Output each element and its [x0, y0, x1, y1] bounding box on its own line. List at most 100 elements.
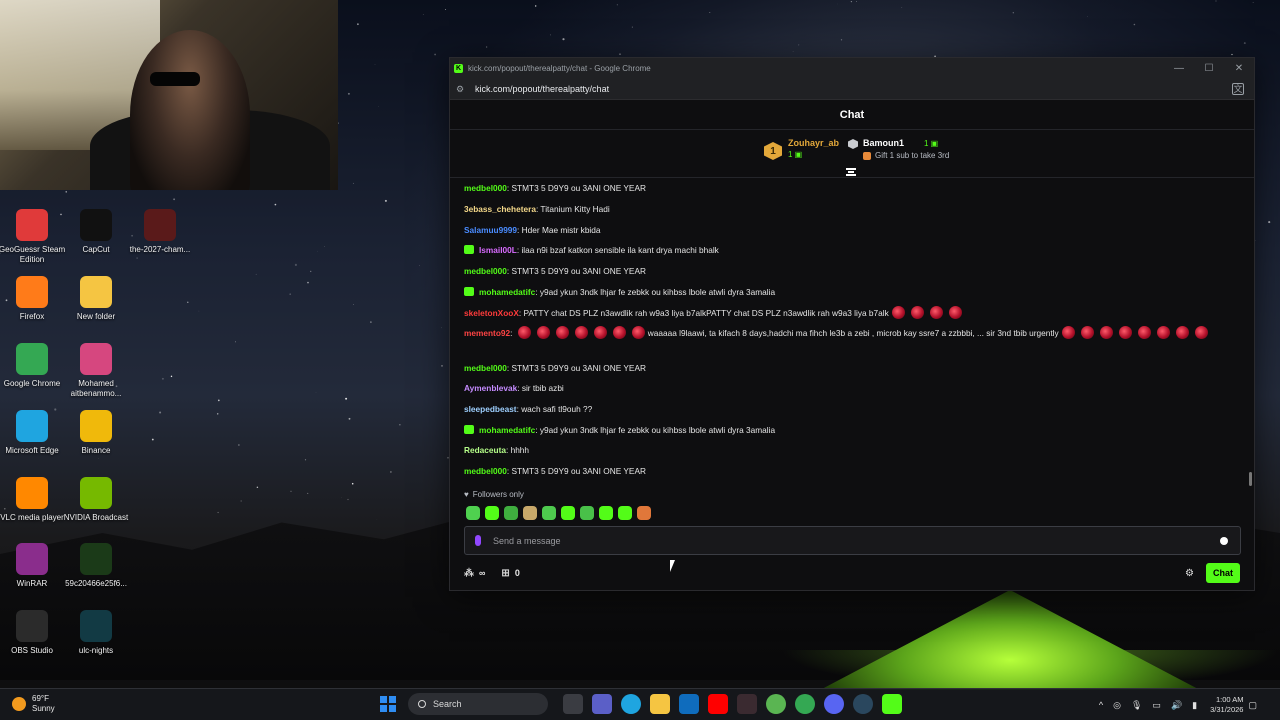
chat-message[interactable]: sleepedbeast: wach safi tl9ouh ??	[464, 399, 1220, 419]
kicks-balance[interactable]: ⁂ ∞	[464, 568, 485, 579]
emote-button[interactable]	[504, 506, 518, 520]
emote-button[interactable]	[599, 506, 613, 520]
quick-emote-bar[interactable]	[466, 506, 656, 520]
taskbar-search[interactable]: Search	[408, 693, 548, 715]
store-balance[interactable]: ⊞ 0	[501, 568, 519, 579]
desktop-icon[interactable]: VLC media player	[0, 477, 68, 523]
leaderboard-first[interactable]: 1 Zouhayr_ab 1 ▣	[764, 138, 839, 160]
chat-message[interactable]: 3ebass_chehetera: Titanium Kitty Hadi	[464, 199, 1220, 219]
mic-tray-icon[interactable]: 🎙	[1131, 700, 1142, 711]
desktop-icon[interactable]: OBS Studio	[0, 610, 68, 656]
notification-icon[interactable]: ▢	[1248, 700, 1257, 711]
chat-username[interactable]: Aymenblevak	[464, 383, 517, 393]
chat-message[interactable]: Redaceuta: hhhh	[464, 440, 1220, 460]
desktop-icon[interactable]: the-2027-cham...	[124, 209, 196, 255]
chat-message[interactable]: Salamuu9999: Hder Mae mistr kbida	[464, 220, 1220, 240]
settings-gear-icon[interactable]: ⚙	[1185, 568, 1194, 579]
desktop-icon-label: Google Chrome	[3, 379, 61, 388]
chat-username[interactable]: Ismail00L	[479, 245, 517, 255]
emote-button[interactable]	[485, 506, 499, 520]
edge-taskbar-icon[interactable]	[620, 694, 641, 714]
translate-icon[interactable]: 文	[1232, 82, 1244, 95]
chat-message[interactable]: skeletonXooX: PATTY chat DS PLZ n3awdlik…	[464, 303, 1220, 323]
weather-widget[interactable]: 69°F Sunny	[12, 694, 55, 714]
emote-button[interactable]	[466, 506, 480, 520]
chrome-taskbar-icon[interactable]	[794, 694, 815, 714]
task-view-icon[interactable]	[562, 694, 583, 714]
desktop-icon[interactable]: Microsoft Edge	[0, 410, 68, 456]
discord-icon[interactable]	[823, 694, 844, 714]
chrome-window[interactable]: K kick.com/popout/therealpatty/chat - Go…	[449, 57, 1255, 591]
battery-icon[interactable]: ▮	[1192, 700, 1197, 711]
chat-username[interactable]: medbel000	[464, 466, 507, 476]
chat-message[interactable]: mohamedatifc: y9ad ykun 3ndk lhjar fe ze…	[464, 282, 1220, 302]
outlook-icon[interactable]	[678, 694, 699, 714]
desktop-icon[interactable]: GeoGuessr Steam Edition	[0, 209, 68, 265]
emote-button[interactable]	[580, 506, 594, 520]
chat-message[interactable]: mohamedatifc: y9ad ykun 3ndk lhjar fe ze…	[464, 420, 1220, 440]
minimize-button[interactable]: —	[1164, 63, 1194, 74]
network-icon[interactable]: ▭	[1152, 700, 1161, 711]
chat-message[interactable]: medbel000: STMT3 5 D9Y9 ou 3ANI ONE YEAR	[464, 358, 1220, 378]
message-input-box[interactable]	[464, 526, 1241, 555]
chat-messages[interactable]: medbel000: STMT3 5 D9Y9 ou 3ANI ONE YEAR…	[450, 178, 1254, 488]
emote-button[interactable]	[637, 506, 651, 520]
chat-message[interactable]: medbel000: STMT3 5 D9Y9 ou 3ANI ONE YEAR	[464, 178, 1220, 198]
chat-message[interactable]: Ismail00L: ilaa n9i bzaf katkon sensible…	[464, 240, 1220, 260]
steam-icon[interactable]	[852, 694, 873, 714]
chat-username[interactable]: medbel000	[464, 266, 507, 276]
chat-username[interactable]: memento92	[464, 328, 510, 338]
close-button[interactable]: ✕	[1224, 63, 1254, 74]
chat-message[interactable]: medbel000: STMT3 5 D9Y9 ou 3ANI ONE YEAR	[464, 261, 1220, 281]
chat-username[interactable]: Salamuu9999	[464, 225, 517, 235]
chat-username[interactable]: mohamedatifc	[479, 287, 535, 297]
teams-icon[interactable]	[591, 694, 612, 714]
emote-button[interactable]	[561, 506, 575, 520]
volume-icon[interactable]: 🔊	[1171, 700, 1182, 711]
desktop-icon[interactable]: 59c20466e25f6...	[60, 543, 132, 589]
desktop-icon[interactable]: Firefox	[0, 276, 68, 322]
start-button[interactable]	[380, 696, 396, 712]
maximize-button[interactable]: ☐	[1194, 63, 1224, 74]
kick-taskbar-icon[interactable]	[881, 694, 902, 714]
chat-scrollbar[interactable]	[1249, 472, 1252, 486]
emote-button[interactable]	[618, 506, 632, 520]
site-info-icon[interactable]: ⚙	[456, 84, 466, 94]
desktop-icon[interactable]: CapCut	[60, 209, 132, 255]
leaderboard-collapse-icon[interactable]	[846, 168, 856, 176]
chat-username[interactable]: sleepedbeast	[464, 404, 517, 414]
file-explorer-icon[interactable]	[649, 694, 670, 714]
send-chat-button[interactable]: Chat	[1206, 563, 1240, 583]
chevron-up-icon[interactable]: ^	[1099, 700, 1103, 710]
utorrent-icon[interactable]	[765, 694, 786, 714]
desktop-icon[interactable]: NVIDIA Broadcast	[60, 477, 132, 523]
obs-tray-icon[interactable]: ◎	[1113, 700, 1121, 711]
desktop-icon[interactable]: WinRAR	[0, 543, 68, 589]
window-titlebar[interactable]: K kick.com/popout/therealpatty/chat - Go…	[450, 58, 1254, 78]
chat-message[interactable]: Aymenblevak: sir tbib azbi	[464, 378, 1220, 398]
chat-username[interactable]: 3ebass_chehetera	[464, 204, 536, 214]
chat-username[interactable]: Redaceuta	[464, 445, 506, 455]
chat-message[interactable]: memento92: waaaaa l9laawi, ta kifach 8 d…	[464, 325, 1220, 341]
chat-username[interactable]: mohamedatifc	[479, 425, 535, 435]
app-icon[interactable]	[736, 694, 757, 714]
message-input[interactable]	[493, 535, 1220, 546]
chat-username[interactable]: medbel000	[464, 183, 507, 193]
chat-username[interactable]: medbel000	[464, 363, 507, 373]
mic-icon[interactable]	[475, 535, 481, 546]
url-text[interactable]: kick.com/popout/therealpatty/chat	[475, 84, 609, 94]
emote-button[interactable]	[523, 506, 537, 520]
youtube-icon[interactable]	[707, 694, 728, 714]
desktop-icon[interactable]: New folder	[60, 276, 132, 322]
chat-message[interactable]: medbel000: STMT3 5 D9Y9 ou 3ANI ONE YEAR	[464, 461, 1220, 481]
desktop-icon[interactable]: ulc-nights	[60, 610, 132, 656]
emote-button[interactable]	[542, 506, 556, 520]
clock[interactable]: 1:00 AM 3/31/2026	[1210, 695, 1243, 715]
star	[485, 46, 488, 48]
desktop-icon[interactable]: Google Chrome	[0, 343, 68, 389]
desktop-icon[interactable]: Binance	[60, 410, 132, 456]
desktop-icon[interactable]: Mohamed aitbenammo...	[60, 343, 132, 399]
chat-username[interactable]: skeletonXooX	[464, 308, 519, 318]
address-bar[interactable]: ⚙ kick.com/popout/therealpatty/chat 文	[450, 78, 1254, 100]
emoji-picker-icon[interactable]	[1220, 536, 1228, 545]
